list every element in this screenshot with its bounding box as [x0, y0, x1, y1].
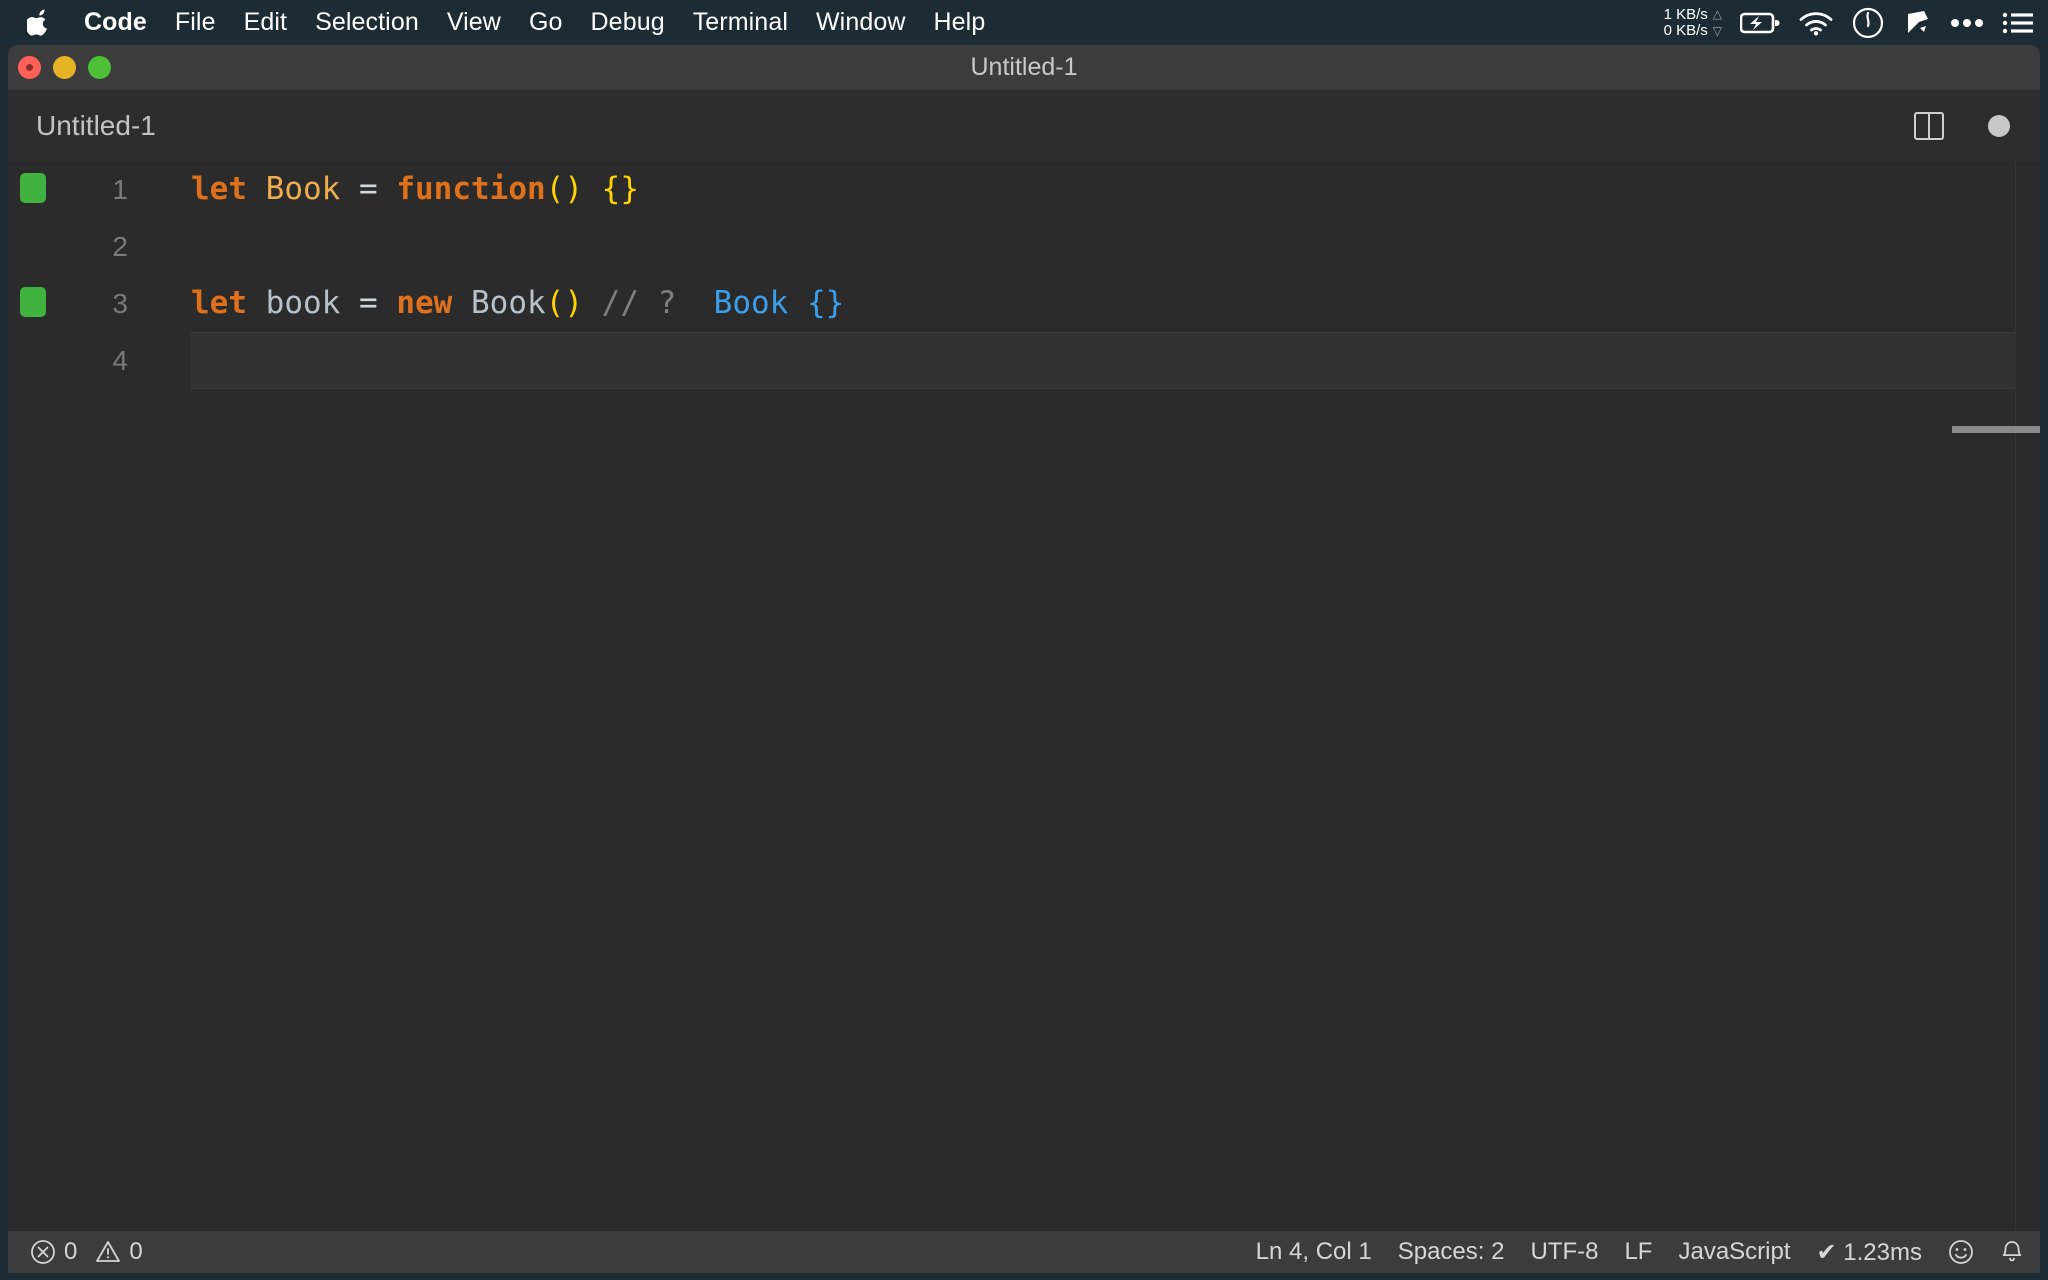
- token-keyword-let: let: [191, 171, 247, 207]
- menu-item-help[interactable]: Help: [920, 0, 1000, 45]
- token-identifier-book: Book: [471, 285, 546, 321]
- eol-setting[interactable]: LF: [1624, 1238, 1652, 1266]
- menu-item-selection[interactable]: Selection: [301, 0, 433, 45]
- vscode-window: Untitled-1 Untitled-1 1 let Book = funct…: [8, 45, 2040, 1273]
- status-bar-left: 0 0: [30, 1238, 143, 1266]
- editor-line-2[interactable]: 2: [8, 218, 2040, 275]
- token-operator-assign: =: [359, 171, 378, 207]
- upload-speed: 1 KB/s: [1664, 7, 1708, 23]
- menu-item-go[interactable]: Go: [515, 0, 577, 45]
- list-menu-icon[interactable]: [2002, 11, 2034, 35]
- token-class-book: Book: [266, 171, 341, 207]
- token-space: [378, 171, 397, 207]
- menu-item-debug[interactable]: Debug: [577, 0, 679, 45]
- line-number: 2: [78, 218, 128, 275]
- status-bar: 0 0 Ln 4, Col 1 Spaces: 2 UTF-8 LF JavaS…: [8, 1231, 2040, 1273]
- status-bar-right: Ln 4, Col 1 Spaces: 2 UTF-8 LF JavaScrip…: [1256, 1238, 2024, 1267]
- download-speed: 0 KB/s: [1664, 23, 1708, 39]
- token-keyword-let: let: [191, 285, 247, 321]
- warning-triangle-icon: [95, 1239, 121, 1265]
- line-number: 4: [78, 332, 128, 389]
- wifi-icon[interactable]: [1798, 10, 1834, 36]
- editor-tab-bar: Untitled-1: [8, 91, 2040, 161]
- token-braces: {}: [602, 171, 639, 207]
- token-space: [378, 285, 397, 321]
- editor-line-3[interactable]: 3 let book = new Book() // ? Book {}: [8, 275, 2040, 332]
- upload-arrow-icon: △: [1713, 6, 1722, 22]
- cursor-position[interactable]: Ln 4, Col 1: [1256, 1238, 1372, 1266]
- error-circle-icon: [30, 1239, 56, 1265]
- scroll-position-marker[interactable]: [1952, 426, 2040, 433]
- token-space: [340, 171, 359, 207]
- token-comment: // ?: [602, 285, 677, 321]
- download-arrow-icon: ▽: [1713, 23, 1722, 39]
- token-operator-assign: =: [359, 285, 378, 321]
- dropbox-icon[interactable]: [1902, 8, 1932, 38]
- line-number: 3: [78, 275, 128, 332]
- indentation-setting[interactable]: Spaces: 2: [1398, 1238, 1505, 1266]
- menu-item-window[interactable]: Window: [802, 0, 920, 45]
- encoding-setting[interactable]: UTF-8: [1530, 1238, 1598, 1266]
- bell-icon[interactable]: [2000, 1239, 2024, 1265]
- editor-line-1[interactable]: 1 let Book = function() {}: [8, 161, 2040, 218]
- menu-item-terminal[interactable]: Terminal: [679, 0, 802, 45]
- error-count: 0: [64, 1238, 77, 1266]
- token-space: [247, 171, 266, 207]
- menu-bar-status-area: 1 KB/s 0 KB/s △ ▽: [1664, 0, 2034, 45]
- language-mode[interactable]: JavaScript: [1678, 1238, 1790, 1266]
- menu-item-file[interactable]: File: [161, 0, 230, 45]
- token-variable-book: book: [266, 285, 341, 321]
- network-speed-indicator[interactable]: 1 KB/s 0 KB/s △ ▽: [1664, 6, 1722, 39]
- window-title-bar: Untitled-1: [8, 45, 2040, 91]
- code-editor[interactable]: 1 let Book = function() {} 2 3 let book …: [8, 161, 2040, 1232]
- token-space: [452, 285, 471, 321]
- token-space: [247, 285, 266, 321]
- menu-item-edit[interactable]: Edit: [230, 0, 301, 45]
- warning-count: 0: [129, 1238, 142, 1266]
- token-space: [583, 285, 602, 321]
- token-space: [340, 285, 359, 321]
- token-parens: (): [546, 171, 583, 207]
- apple-logo-icon[interactable]: [26, 8, 52, 38]
- problems-indicator[interactable]: 0 0: [30, 1238, 143, 1266]
- menu-item-code[interactable]: Code: [70, 0, 161, 45]
- editor-line-4[interactable]: 4: [8, 332, 2040, 389]
- token-parens: (): [546, 285, 583, 321]
- split-editor-icon[interactable]: [1914, 112, 1944, 140]
- macos-menu-bar: Code File Edit Selection View Go Debug T…: [0, 0, 2048, 45]
- git-added-marker: [20, 173, 46, 203]
- git-added-marker: [20, 287, 46, 317]
- line-number: 1: [78, 161, 128, 218]
- clock-icon[interactable]: [1852, 7, 1884, 39]
- line-content: let book = new Book() // ? Book {}: [191, 275, 844, 332]
- battery-charging-icon[interactable]: [1740, 11, 1780, 35]
- editor-actions: [1914, 91, 2010, 161]
- token-keyword-function: function: [396, 171, 545, 207]
- window-title: Untitled-1: [8, 45, 2040, 90]
- current-line-highlight: [191, 332, 2015, 389]
- tab-untitled-1[interactable]: Untitled-1: [36, 91, 156, 161]
- runtime-duration[interactable]: ✔ 1.23ms: [1817, 1238, 1922, 1267]
- token-keyword-new: new: [396, 285, 452, 321]
- menu-item-view[interactable]: View: [433, 0, 515, 45]
- token-space: [583, 171, 602, 207]
- token-space: [676, 285, 713, 321]
- smiley-icon[interactable]: [1948, 1239, 1974, 1265]
- line-content: let Book = function() {}: [191, 161, 639, 218]
- unsaved-changes-dot[interactable]: [1988, 115, 2010, 137]
- ellipsis-icon[interactable]: [1950, 17, 1984, 29]
- token-inline-result: Book {}: [714, 285, 845, 321]
